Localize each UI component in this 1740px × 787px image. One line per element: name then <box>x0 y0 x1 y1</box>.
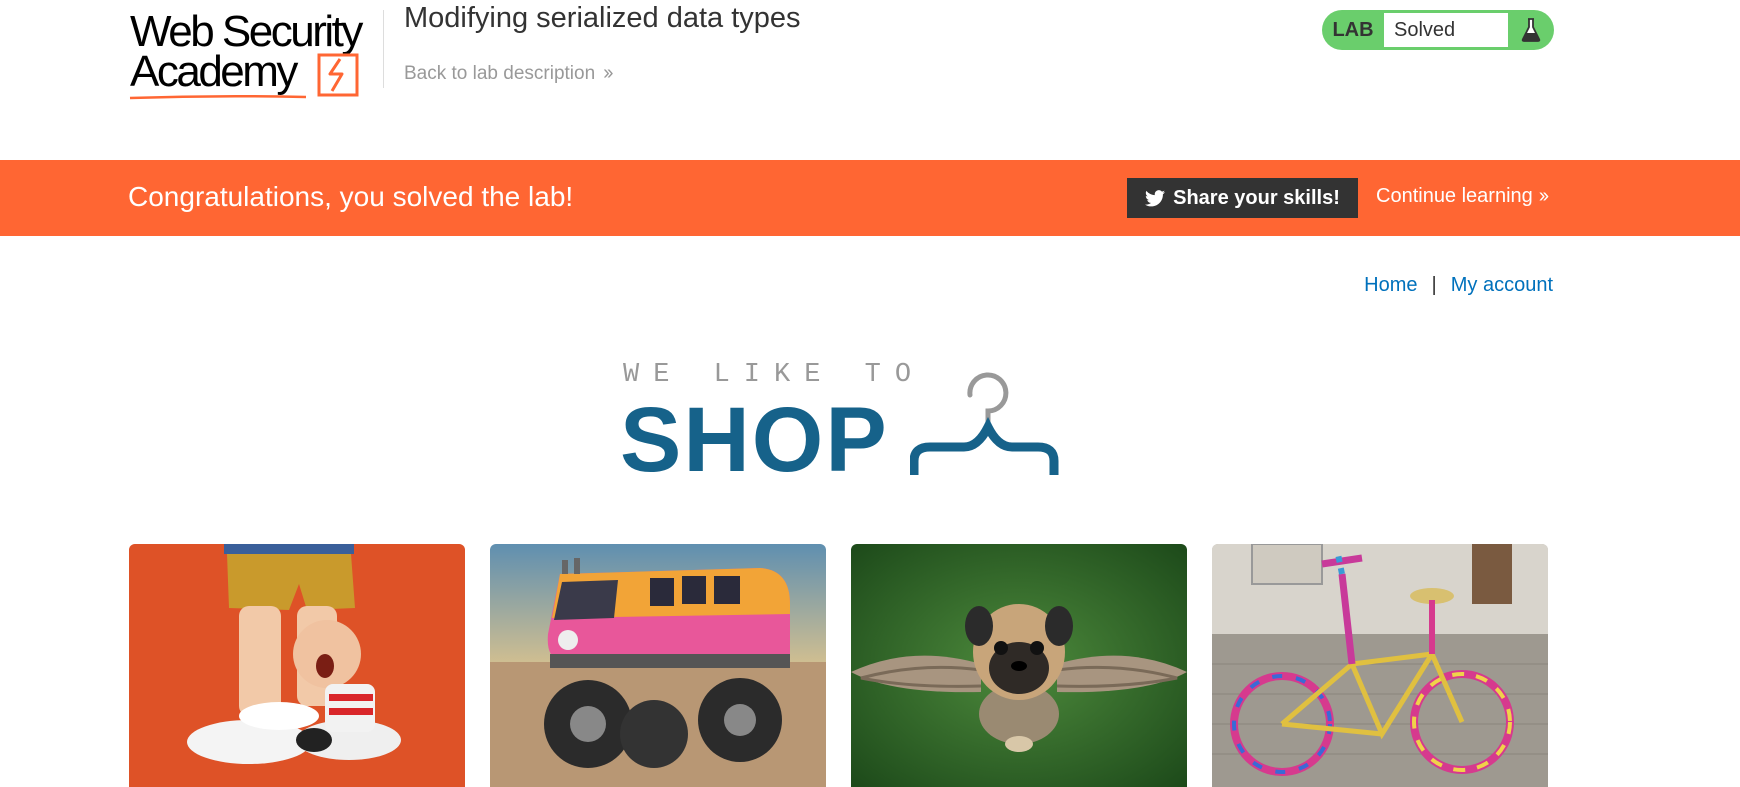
lab-state: Solved <box>1384 13 1508 47</box>
double-chevron-right-icon: ›› <box>1538 185 1549 207</box>
logo-bolt-icon <box>317 53 359 97</box>
shop-logo: WE LIKE TO SHOP <box>620 360 1070 490</box>
continue-learning-label: Continue learning <box>1376 185 1533 207</box>
header: Web Security Academy Modifying serialize… <box>0 0 1740 160</box>
lab-title: Modifying serialized data types <box>404 2 801 34</box>
back-link-label: Back to lab description <box>404 62 596 84</box>
share-skills-button[interactable]: Share your skills! <box>1127 178 1358 218</box>
product-image-winged-pug[interactable] <box>851 544 1187 787</box>
header-divider <box>383 10 384 88</box>
web-security-academy-logo[interactable]: Web Security Academy <box>129 8 380 100</box>
product-image-yarn-bicycle[interactable] <box>1212 544 1548 787</box>
hanger-icon <box>910 372 1059 475</box>
logo-text-line2: Academy <box>130 47 298 96</box>
product-image-figurine[interactable] <box>129 544 465 787</box>
lab-tag: LAB <box>1332 18 1374 41</box>
nav-my-account-link[interactable]: My account <box>1451 274 1553 297</box>
shop-tagline: WE LIKE TO <box>623 360 926 390</box>
nav-separator: | <box>1431 274 1437 296</box>
double-chevron-right-icon: ›› <box>603 62 613 84</box>
product-image-monster-van[interactable] <box>490 544 826 787</box>
solved-banner: Congratulations, you solved the lab! Sha… <box>0 160 1740 236</box>
top-nav: Home | My account <box>1364 274 1553 297</box>
twitter-icon <box>1145 189 1166 206</box>
share-button-label: Share your skills! <box>1173 186 1340 209</box>
solved-message: Congratulations, you solved the lab! <box>128 181 574 212</box>
continue-learning-link[interactable]: Continue learning ›› <box>1376 185 1549 208</box>
nav-home-link[interactable]: Home <box>1364 274 1417 297</box>
lab-status-badge: LAB Solved <box>1322 10 1554 50</box>
back-to-lab-description-link[interactable]: Back to lab description ›› <box>404 62 614 85</box>
logo-underline <box>129 94 307 100</box>
product-grid <box>129 544 1549 787</box>
shop-word: SHOP <box>620 389 889 491</box>
flask-icon <box>1508 17 1554 43</box>
